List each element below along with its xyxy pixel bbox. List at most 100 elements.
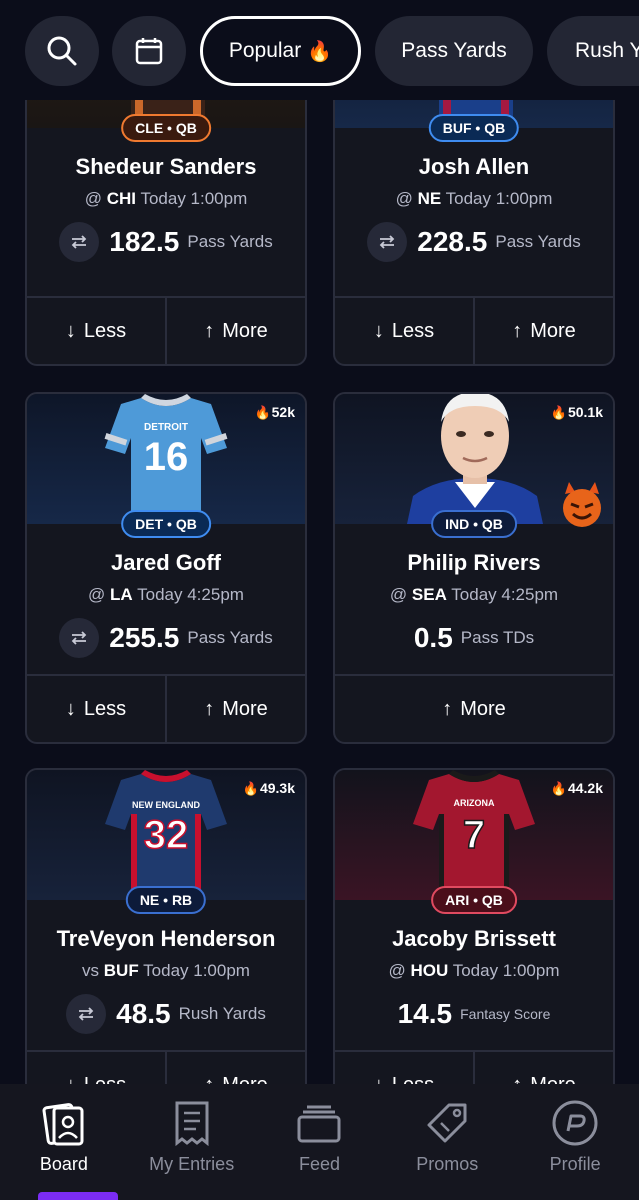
less-label: Less xyxy=(83,697,127,720)
team-position-tag: ARI • QB xyxy=(431,886,517,914)
projection-board: CLE • QB Shedeur Sanders @ CHI Today 1:0… xyxy=(0,100,639,1084)
player-photo xyxy=(407,394,543,524)
arrow-up-icon: ↑ xyxy=(512,319,523,342)
game-time: Today 4:25pm xyxy=(137,585,244,604)
player-name: Shedeur Sanders xyxy=(75,154,257,179)
projection-card[interactable]: 🔥50.1k IND • QB Philip Rivers @ SEA Toda… xyxy=(333,392,615,744)
less-button[interactable]: ↓ Less xyxy=(27,298,165,364)
swap-icon xyxy=(380,235,395,249)
nav-label: My Entries xyxy=(149,1154,235,1174)
game-time: Today 1:00pm xyxy=(143,961,250,980)
arrow-up-icon: ↑ xyxy=(204,319,215,342)
swap-button[interactable] xyxy=(59,618,100,658)
flame-icon: 🔥 xyxy=(550,405,567,420)
projection-line: 14.5 Fantasy Score xyxy=(335,992,613,1036)
swap-icon xyxy=(72,235,87,249)
feed-icon xyxy=(296,1098,342,1148)
nav-profile[interactable]: Profile xyxy=(511,1084,639,1200)
arrow-down-icon: ↓ xyxy=(374,1074,384,1085)
matchup-prefix: vs xyxy=(82,961,100,980)
matchup-info: @ SEA Today 4:25pm xyxy=(335,585,613,605)
flame-icon: 🔥 xyxy=(254,405,271,420)
arrow-down-icon: ↓ xyxy=(65,319,76,342)
team-position-tag: DET • QB xyxy=(121,510,211,538)
projection-line: 182.5 Pass Yards xyxy=(27,220,305,264)
stat-type: Pass Yards xyxy=(495,232,581,251)
team-position-tag: NE • RB xyxy=(125,886,207,914)
jersey-team: DETROIT xyxy=(144,422,188,433)
opponent: NE xyxy=(417,189,442,208)
more-button[interactable]: ↑ More xyxy=(473,1052,613,1084)
pick-actions: ↓ Less ↑ More xyxy=(335,296,613,364)
nav-board[interactable]: Board xyxy=(0,1084,128,1200)
search-button[interactable] xyxy=(25,16,99,86)
opponent: BUF xyxy=(103,961,139,980)
more-label: More xyxy=(530,1074,576,1085)
flame-icon: 🔥 xyxy=(242,781,259,796)
less-button[interactable]: ↓ Less xyxy=(27,676,165,742)
matchup-info: vs BUF Today 1:00pm xyxy=(27,961,305,981)
more-label: More xyxy=(530,319,576,342)
less-label: Less xyxy=(84,1074,126,1085)
arrow-down-icon: ↓ xyxy=(65,697,76,720)
jersey-number: 7 xyxy=(463,813,485,857)
more-button[interactable]: ↑ More xyxy=(165,676,305,742)
more-label: More xyxy=(460,697,506,720)
swap-button[interactable] xyxy=(66,994,107,1034)
active-tab-indicator xyxy=(38,1192,118,1200)
filter-pill-label: Popular xyxy=(228,39,302,62)
opponent: CHI xyxy=(106,189,137,208)
bottom-nav: Board My Entries Feed Promos Profile xyxy=(0,1084,639,1200)
less-label: Less xyxy=(83,319,127,342)
fire-icon: 🔥 xyxy=(307,40,333,63)
line-value: 14.5 xyxy=(397,998,453,1029)
swap-button[interactable] xyxy=(59,222,100,262)
nav-feed[interactable]: Feed xyxy=(256,1084,384,1200)
less-label: Less xyxy=(391,319,435,342)
matchup-prefix: @ xyxy=(84,189,103,208)
calendar-button[interactable] xyxy=(112,16,186,86)
player-name: Jacoby Brissett xyxy=(392,926,556,951)
game-time: Today 1:00pm xyxy=(445,189,553,208)
filter-pill-rush-yards[interactable]: Rush Y xyxy=(547,16,639,86)
projection-card[interactable]: CLE • QB Shedeur Sanders @ CHI Today 1:0… xyxy=(25,100,307,366)
swap-icon xyxy=(72,631,87,645)
filter-pill-popular[interactable]: Popular 🔥 xyxy=(200,16,361,86)
search-icon xyxy=(47,36,77,66)
projection-card[interactable]: ARIZONA 7 🔥44.2k ARI • QB Jacoby Brisset… xyxy=(333,768,615,1084)
pick-actions: ↓ Less ↑ More xyxy=(335,1050,613,1084)
more-button[interactable]: ↑ More xyxy=(335,676,613,742)
less-button[interactable]: ↓ Less xyxy=(27,1052,165,1085)
arrow-down-icon: ↓ xyxy=(66,1074,76,1085)
more-button[interactable]: ↑ More xyxy=(165,1052,305,1084)
profile-icon xyxy=(551,1098,599,1148)
swap-button[interactable] xyxy=(367,222,408,262)
trending-count: 🔥49.3k xyxy=(243,780,295,797)
more-button[interactable]: ↑ More xyxy=(165,298,305,364)
stat-type: Pass Yards xyxy=(187,232,273,251)
jersey-team: NEW ENGLAND xyxy=(132,800,200,810)
projection-card[interactable]: BUF • QB Josh Allen @ NE Today 1:00pm 22… xyxy=(333,100,615,366)
trending-count: 🔥44.2k xyxy=(551,780,603,797)
arrow-up-icon: ↑ xyxy=(442,697,453,720)
jersey-number: 16 xyxy=(144,435,189,479)
jersey-team: ARIZONA xyxy=(454,798,495,808)
less-button[interactable]: ↓ Less xyxy=(335,298,473,364)
devil-emoji-icon xyxy=(563,482,601,527)
filter-pill-pass-yards[interactable]: Pass Yards xyxy=(375,16,533,86)
matchup-info: @ CHI Today 1:00pm xyxy=(27,189,305,209)
projection-card[interactable]: NEW ENGLAND 32 🔥49.3k NE • RB TreVeyon H… xyxy=(25,768,307,1084)
projection-line: 0.5 Pass TDs xyxy=(335,616,613,660)
arrow-up-icon: ↑ xyxy=(512,1074,522,1085)
stat-type: Pass Yards xyxy=(187,628,273,647)
nav-promos[interactable]: Promos xyxy=(383,1084,511,1200)
player-name: Josh Allen xyxy=(418,154,530,179)
nav-my-entries[interactable]: My Entries xyxy=(128,1084,256,1200)
more-label: More xyxy=(222,697,268,720)
less-button[interactable]: ↓ Less xyxy=(335,1052,473,1085)
pick-actions: ↓ Less ↑ More xyxy=(27,1050,305,1084)
projection-card[interactable]: DETROIT 16 🔥52k DET • QB Jared Goff @ LA… xyxy=(25,392,307,744)
team-position-tag: IND • QB xyxy=(431,510,517,538)
more-button[interactable]: ↑ More xyxy=(473,298,613,364)
projection-line: 255.5 Pass Yards xyxy=(27,616,305,660)
